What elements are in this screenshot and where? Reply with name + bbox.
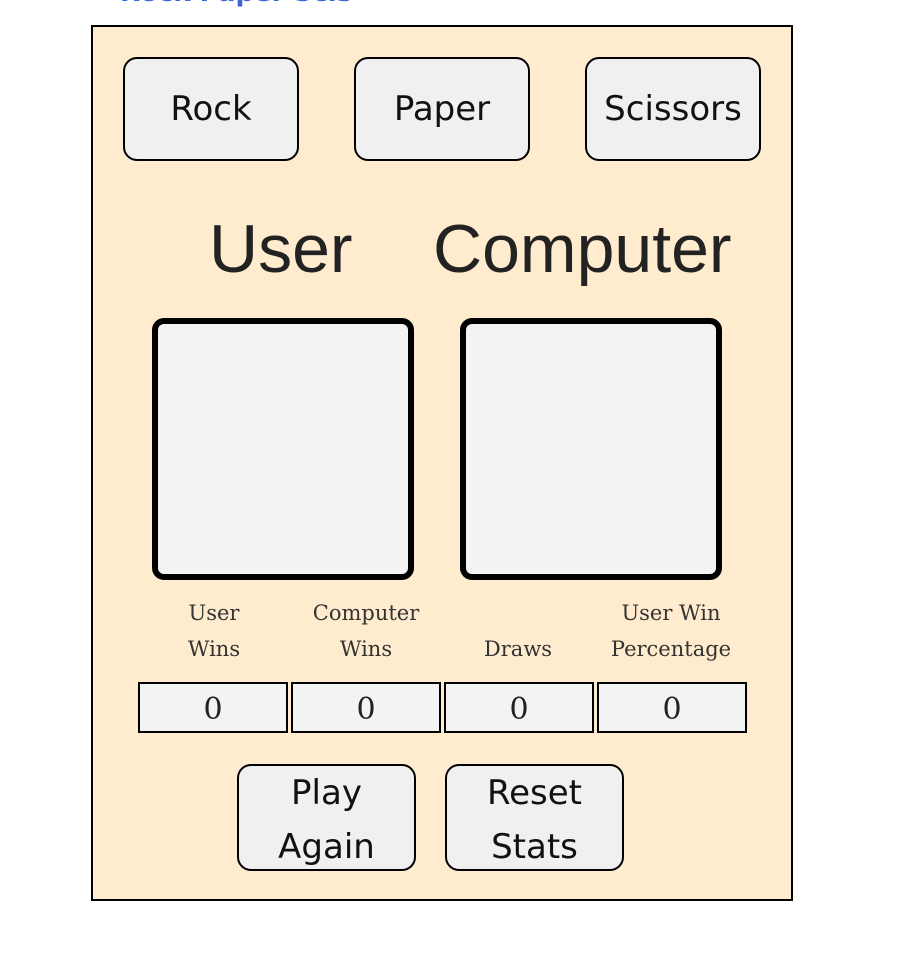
play-again-button[interactable]: Play Again [237,764,416,871]
computer-wins-label-line2: Wins [339,637,393,661]
paper-button[interactable]: Paper [354,57,530,161]
computer-wins-label-line1: Computer [312,601,420,625]
draws-label: Draws [444,595,592,667]
user-heading: User [209,211,353,287]
rock-button[interactable]: Rock [123,57,299,161]
game-panel: Rock Paper Scissors User Computer User W… [91,25,793,901]
computer-choice-display [460,318,722,580]
computer-wins-label: Computer Wins [292,595,440,667]
draws-value: 0 [444,682,594,733]
user-win-percentage-value: 0 [597,682,747,733]
play-again-line1: Play [291,773,362,813]
user-win-percentage-label-line2: Percentage [610,637,732,661]
user-wins-label-line1: User [188,601,240,625]
user-choice-display [152,318,414,580]
user-wins-label: User Wins [140,595,288,667]
user-win-percentage-label: User Win Percentage [597,595,745,667]
play-again-line2: Again [278,827,375,867]
reset-stats-line2: Stats [491,827,578,867]
user-wins-label-line2: Wins [187,637,241,661]
scissors-button[interactable]: Scissors [585,57,761,161]
reset-stats-line1: Reset [487,773,582,813]
draws-label-line2: Draws [483,637,553,661]
computer-wins-value: 0 [291,682,441,733]
user-win-percentage-label-line1: User Win [621,601,721,625]
draws-label-line1 [444,595,592,631]
page-title-clipped: Rock Paper Scissors [120,0,350,8]
computer-heading: Computer [433,211,732,287]
user-wins-value: 0 [138,682,288,733]
reset-stats-button[interactable]: Reset Stats [445,764,624,871]
